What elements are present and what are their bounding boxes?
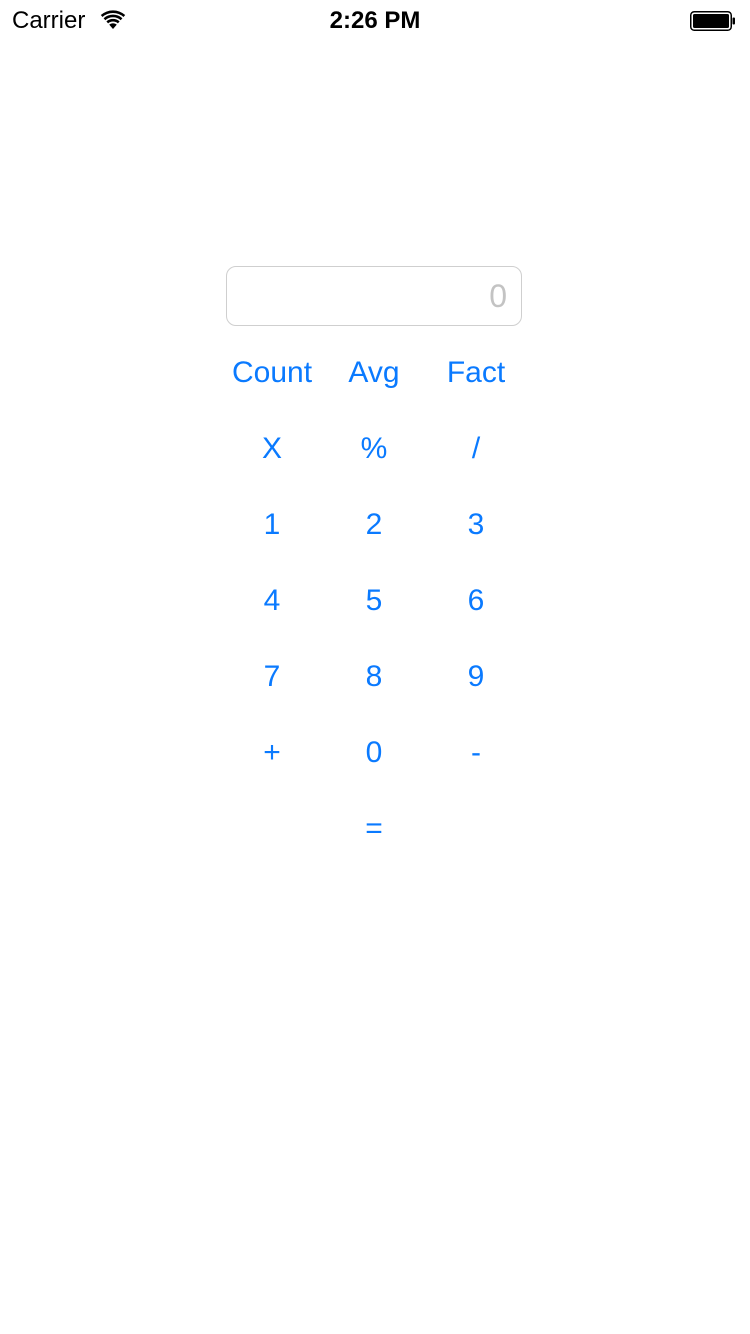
status-bar: Carrier 2:26 PM <box>0 0 750 40</box>
minus-button[interactable]: - <box>421 723 531 783</box>
digit-4-button[interactable]: 4 <box>217 571 327 631</box>
divide-button[interactable]: / <box>421 419 531 479</box>
battery-icon <box>690 11 735 31</box>
digit-6-button[interactable]: 6 <box>421 571 531 631</box>
multiply-button[interactable]: X <box>217 419 327 479</box>
digit-1-button[interactable]: 1 <box>217 495 327 555</box>
digit-2-button[interactable]: 2 <box>319 495 429 555</box>
digit-0-button[interactable]: 0 <box>319 723 429 783</box>
avg-button[interactable]: Avg <box>319 343 429 403</box>
digit-7-button[interactable]: 7 <box>217 647 327 707</box>
count-button[interactable]: Count <box>217 343 327 403</box>
digit-8-button[interactable]: 8 <box>319 647 429 707</box>
digit-5-button[interactable]: 5 <box>319 571 429 631</box>
percent-button[interactable]: % <box>319 419 429 479</box>
digit-9-button[interactable]: 9 <box>421 647 531 707</box>
calculator-display-input[interactable] <box>226 266 522 326</box>
digit-3-button[interactable]: 3 <box>421 495 531 555</box>
fact-button[interactable]: Fact <box>421 343 531 403</box>
plus-button[interactable]: + <box>217 723 327 783</box>
clock-time: 2:26 PM <box>329 7 421 34</box>
equals-button[interactable]: = <box>319 799 429 859</box>
